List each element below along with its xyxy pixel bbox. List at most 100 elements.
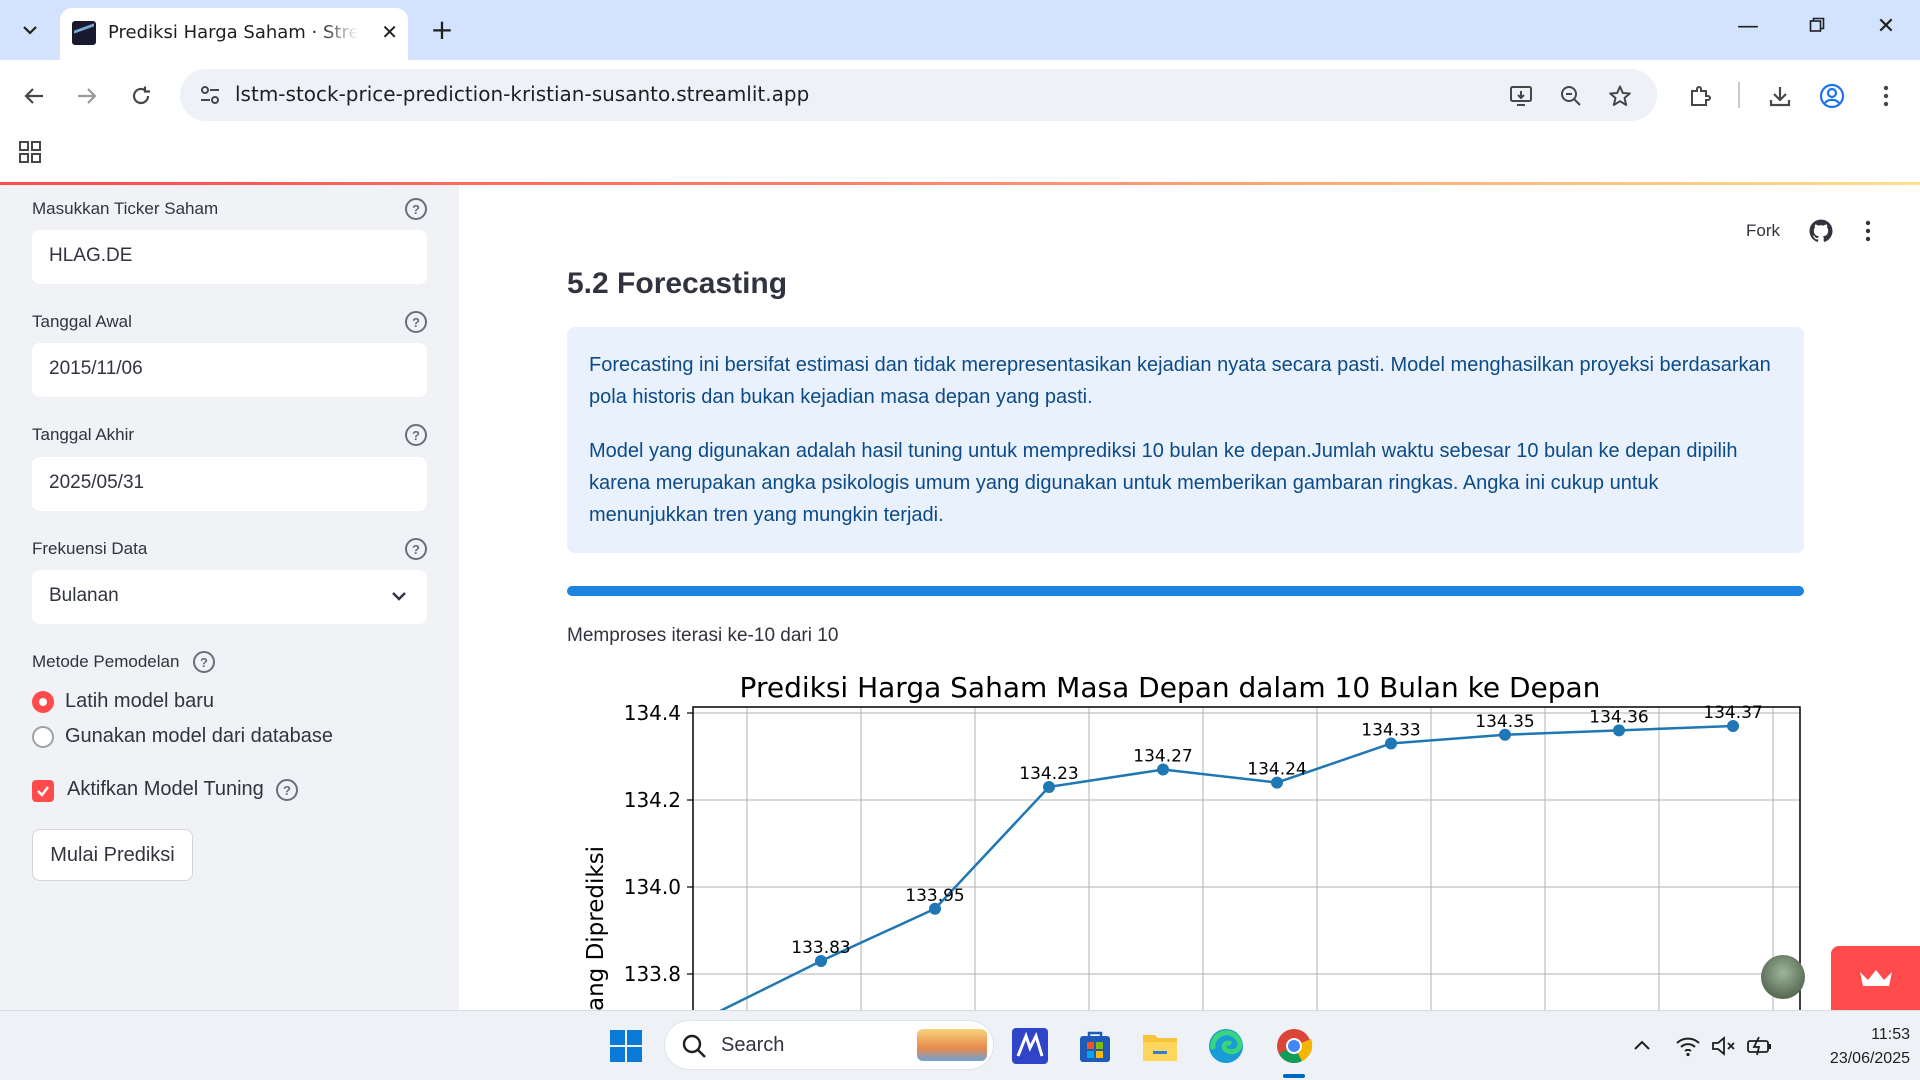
show-hidden-icons-button[interactable]	[1620, 1024, 1664, 1068]
system-clock[interactable]: 11:53 23/06/2025	[1790, 1023, 1910, 1071]
taskbar-chrome[interactable]	[1272, 1024, 1316, 1068]
search-highlight-image-icon	[917, 1029, 987, 1061]
crown-icon	[1859, 970, 1892, 986]
radio-train-new[interactable]	[32, 691, 54, 713]
profile-button[interactable]	[1812, 76, 1852, 116]
clock-time: 11:53	[1871, 1026, 1910, 1043]
tuning-checkbox[interactable]	[32, 780, 54, 802]
chart-data-label: 134.27	[1133, 747, 1192, 767]
taskbar-app-1[interactable]	[1008, 1024, 1052, 1068]
install-app-button[interactable]	[1507, 81, 1537, 111]
streamlit-manage-app-button[interactable]	[1831, 946, 1920, 1010]
chevron-down-icon	[23, 26, 37, 35]
chart-y-ticks: 134.4 134.2 134.0 133.8	[624, 701, 693, 986]
browser-menu-button[interactable]	[1866, 76, 1906, 116]
radio-use-database[interactable]	[32, 726, 54, 748]
puzzle-icon	[1691, 86, 1711, 106]
more-vertical-icon	[1883, 85, 1889, 107]
chart-y-tick-label: 134.4	[624, 701, 681, 725]
account-icon	[1819, 83, 1845, 109]
more-vertical-icon[interactable]	[1855, 218, 1881, 244]
taskbar-microsoft-store[interactable]	[1073, 1024, 1117, 1068]
bookmark-star-button[interactable]	[1605, 81, 1635, 111]
frequency-select[interactable]: Bulanan	[32, 570, 427, 624]
progress-bar-fill	[567, 586, 1804, 596]
reload-button[interactable]	[121, 76, 161, 116]
progress-status-text: Memproses iterasi ke-10 dari 10	[567, 625, 839, 646]
end-date-input[interactable]: 2025/05/31	[32, 457, 427, 511]
chart-data-label: 133.83	[791, 938, 850, 958]
apps-grid-icon[interactable]	[18, 140, 42, 164]
url-text: lstm-stock-price-prediction-kristian-sus…	[235, 82, 810, 106]
chart-data-label: 134.33	[1361, 720, 1420, 740]
info-alert: Forecasting ini bersifat estimasi dan ti…	[567, 327, 1804, 553]
help-icon[interactable]: ?	[405, 424, 427, 446]
frequency-label: Frekuensi Data	[32, 539, 148, 558]
minimize-window-button[interactable]: —	[1728, 14, 1768, 39]
start-prediction-button[interactable]: Mulai Prediksi	[32, 829, 193, 881]
forward-button[interactable]	[67, 76, 107, 116]
site-info-icon[interactable]	[196, 81, 224, 109]
close-tab-icon[interactable]: ✕	[381, 20, 398, 44]
chevron-down-icon	[392, 592, 406, 601]
star-icon	[1609, 85, 1631, 106]
user-avatar[interactable]	[1761, 955, 1805, 999]
windows-taskbar: Search 11:53 23/06/2025	[0, 1010, 1920, 1080]
page-heading: 5.2 Forecasting	[567, 267, 788, 300]
browser-tab-active[interactable]: Prediksi Harga Saham · Streamlit ✕	[60, 8, 408, 60]
zoom-button[interactable]	[1556, 81, 1586, 111]
tab-search-button[interactable]	[10, 10, 50, 50]
battery-status[interactable]	[1738, 1024, 1782, 1068]
browser-toolbar: lstm-stock-price-prediction-kristian-sus…	[0, 60, 1920, 130]
chart-data-label: 133.95	[905, 886, 964, 906]
extensions-button[interactable]	[1680, 76, 1720, 116]
active-app-indicator	[1283, 1074, 1305, 1078]
new-tab-button[interactable]: +	[424, 12, 460, 48]
ticker-label: Masukkan Ticker Saham	[32, 199, 219, 218]
chart-y-tick-label: 134.2	[624, 788, 681, 812]
battery-charging-icon	[1747, 1036, 1771, 1056]
help-icon[interactable]: ?	[405, 538, 427, 560]
help-icon[interactable]: ?	[193, 651, 215, 673]
method-label: Metode Pemodelan	[32, 652, 180, 671]
github-icon[interactable]	[1808, 218, 1834, 244]
address-bar[interactable]: lstm-stock-price-prediction-kristian-sus…	[180, 69, 1657, 121]
streamlit-favicon-icon	[72, 21, 96, 45]
start-button[interactable]	[604, 1024, 648, 1068]
chart-grid	[693, 707, 1800, 1010]
reload-icon	[132, 86, 150, 105]
chart-data-label: 134.35	[1475, 712, 1534, 732]
ticker-input[interactable]: HLAG.DE	[32, 230, 427, 284]
taskbar-edge[interactable]	[1204, 1024, 1248, 1068]
wifi-icon	[1676, 1037, 1700, 1057]
downloads-button[interactable]	[1760, 76, 1800, 116]
chart-y-axis-label: ang Diprediksi	[583, 846, 609, 1010]
info-paragraph-2: Model yang digunakan adalah hasil tuning…	[589, 440, 1738, 526]
folder-icon	[1143, 1035, 1177, 1061]
restore-window-button[interactable]	[1797, 14, 1837, 39]
help-icon[interactable]: ?	[276, 779, 298, 801]
forecast-chart: Prediksi Harga Saham Masa Depan dalam 10…	[583, 673, 1801, 1010]
fork-link[interactable]: Fork	[1746, 221, 1780, 241]
store-icon	[1080, 1031, 1110, 1062]
arrow-left-icon	[24, 88, 43, 104]
back-button[interactable]	[14, 76, 54, 116]
close-window-button[interactable]: ✕	[1866, 14, 1906, 39]
toolbar-divider	[1738, 82, 1740, 108]
help-icon[interactable]: ?	[405, 198, 427, 220]
chart-data-label: 134.36	[1589, 707, 1648, 727]
speaker-muted-icon	[1712, 1036, 1735, 1056]
browser-tab-strip: Prediksi Harga Saham · Streamlit ✕ + — ✕	[0, 0, 1920, 60]
start-date-value: 2015/11/06	[49, 358, 143, 379]
start-date-input[interactable]: 2015/11/06	[32, 343, 427, 397]
chart-y-tick-label: 134.0	[624, 875, 681, 899]
zoom-out-icon	[1561, 86, 1581, 106]
sidebar: Masukkan Ticker Saham ? HLAG.DE Tanggal …	[0, 185, 459, 1010]
taskbar-search[interactable]: Search	[664, 1020, 994, 1070]
checkmark-icon	[37, 786, 49, 797]
ticker-value: HLAG.DE	[49, 245, 133, 266]
radio-train-new-label: Latih model baru	[65, 690, 214, 712]
end-date-label: Tanggal Akhir	[32, 425, 135, 444]
taskbar-file-explorer[interactable]	[1138, 1024, 1182, 1068]
help-icon[interactable]: ?	[405, 311, 427, 333]
